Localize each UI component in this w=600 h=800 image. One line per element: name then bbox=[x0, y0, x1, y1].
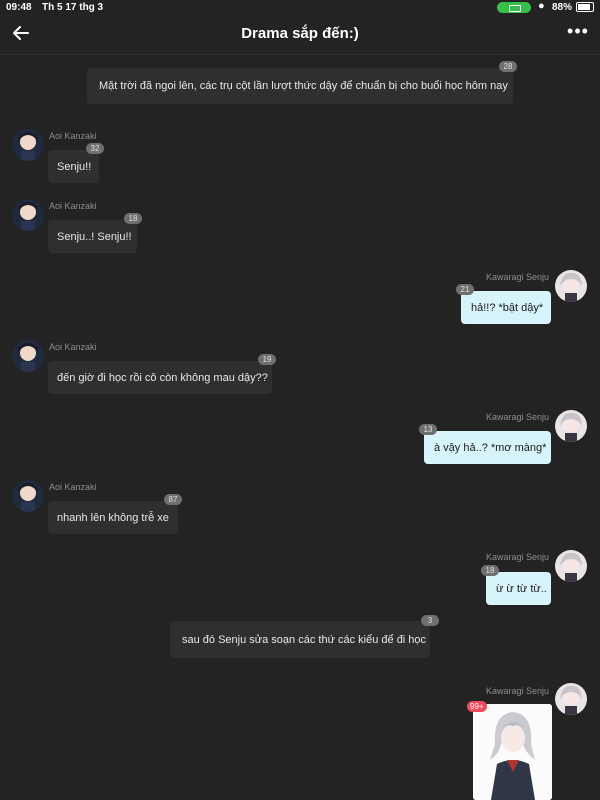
battery-icon bbox=[576, 2, 594, 12]
more-options-icon[interactable]: ••• bbox=[564, 20, 592, 46]
reply-count-badge[interactable]: 19 bbox=[258, 354, 276, 365]
message-bubble-own[interactable]: hả!!? *bật dậy* bbox=[461, 291, 551, 324]
avatar-senju[interactable] bbox=[555, 270, 587, 302]
reply-count-badge[interactable]: 13 bbox=[419, 424, 437, 435]
message-bubble-own[interactable]: ừ ừ từ từ.. bbox=[486, 572, 551, 605]
avatar-senju[interactable] bbox=[555, 550, 587, 582]
avatar-aoi[interactable] bbox=[12, 199, 44, 231]
message-text: Senju!! bbox=[57, 161, 92, 173]
narration-bubble[interactable]: sau đó Senju sửa soạn các thứ các kiểu đ… bbox=[170, 621, 430, 658]
narration-bubble[interactable]: Mặt trời đã ngoi lên, các trụ cột lần lư… bbox=[87, 68, 513, 104]
avatar-senju[interactable] bbox=[555, 410, 587, 442]
battery-percent: 88% bbox=[552, 2, 573, 13]
sender-name: Kawaragi Senju bbox=[486, 552, 550, 562]
avatar-aoi[interactable] bbox=[12, 480, 44, 512]
message-bubble[interactable]: Senju..! Senju!! bbox=[48, 220, 137, 253]
sender-name: Aoi Kanzaki bbox=[49, 201, 97, 211]
avatar-aoi[interactable] bbox=[12, 129, 44, 161]
sender-name: Aoi Kanzaki bbox=[49, 342, 97, 352]
message-text: Senju..! Senju!! bbox=[57, 231, 132, 243]
reply-count-badge[interactable]: 87 bbox=[164, 494, 182, 505]
message-bubble-own[interactable]: à vậy hả..? *mơ màng* bbox=[424, 431, 551, 464]
reply-count-badge[interactable]: 21 bbox=[456, 284, 474, 295]
wifi-icon: ● bbox=[538, 0, 545, 12]
sender-name: Aoi Kanzaki bbox=[49, 131, 97, 141]
video-call-indicator bbox=[497, 2, 531, 13]
chat-title: Drama sắp đến:) bbox=[241, 25, 359, 42]
message-bubble[interactable]: Senju!! bbox=[48, 150, 99, 183]
character-illustration bbox=[473, 704, 552, 800]
message-bubble[interactable]: đến giờ đi học rồi cô còn không mau dậy?… bbox=[48, 361, 272, 394]
reply-count-badge[interactable]: 28 bbox=[499, 61, 517, 72]
image-message[interactable] bbox=[473, 704, 552, 800]
message-text: à vậy hả..? *mơ màng* bbox=[434, 442, 547, 454]
sender-name: Kawaragi Senju bbox=[486, 412, 550, 422]
message-bubble[interactable]: nhanh lên không trễ xe bbox=[48, 501, 178, 534]
message-text: ừ ừ từ từ.. bbox=[496, 583, 547, 595]
message-text: nhanh lên không trễ xe bbox=[57, 512, 169, 524]
avatar-aoi[interactable] bbox=[12, 340, 44, 372]
reply-count-badge[interactable]: 99+ bbox=[467, 701, 487, 712]
reply-count-badge[interactable]: 18 bbox=[481, 565, 499, 576]
sender-name: Kawaragi Senju bbox=[486, 686, 550, 696]
message-text: hả!!? *bật dậy* bbox=[471, 302, 544, 314]
status-date: Th 5 17 thg 3 bbox=[42, 2, 104, 13]
narration-text: sau đó Senju sửa soạn các thứ các kiểu đ… bbox=[182, 634, 427, 646]
sender-name: Kawaragi Senju bbox=[486, 272, 550, 282]
narration-text: Mặt trời đã ngoi lên, các trụ cột lần lư… bbox=[99, 80, 508, 92]
status-bar: 09:48 Th 5 17 thg 3 ● 88% bbox=[0, 0, 600, 14]
chat-header: Drama sắp đến:) ••• bbox=[0, 14, 600, 55]
reply-count-badge[interactable]: 18 bbox=[124, 213, 142, 224]
avatar-senju[interactable] bbox=[555, 683, 587, 715]
message-text: đến giờ đi học rồi cô còn không mau dậy?… bbox=[57, 372, 268, 384]
status-time: 09:48 bbox=[6, 2, 32, 13]
sender-name: Aoi Kanzaki bbox=[49, 482, 97, 492]
reply-count-badge[interactable]: 32 bbox=[86, 143, 104, 154]
reply-count-badge[interactable]: 3 bbox=[421, 615, 439, 626]
